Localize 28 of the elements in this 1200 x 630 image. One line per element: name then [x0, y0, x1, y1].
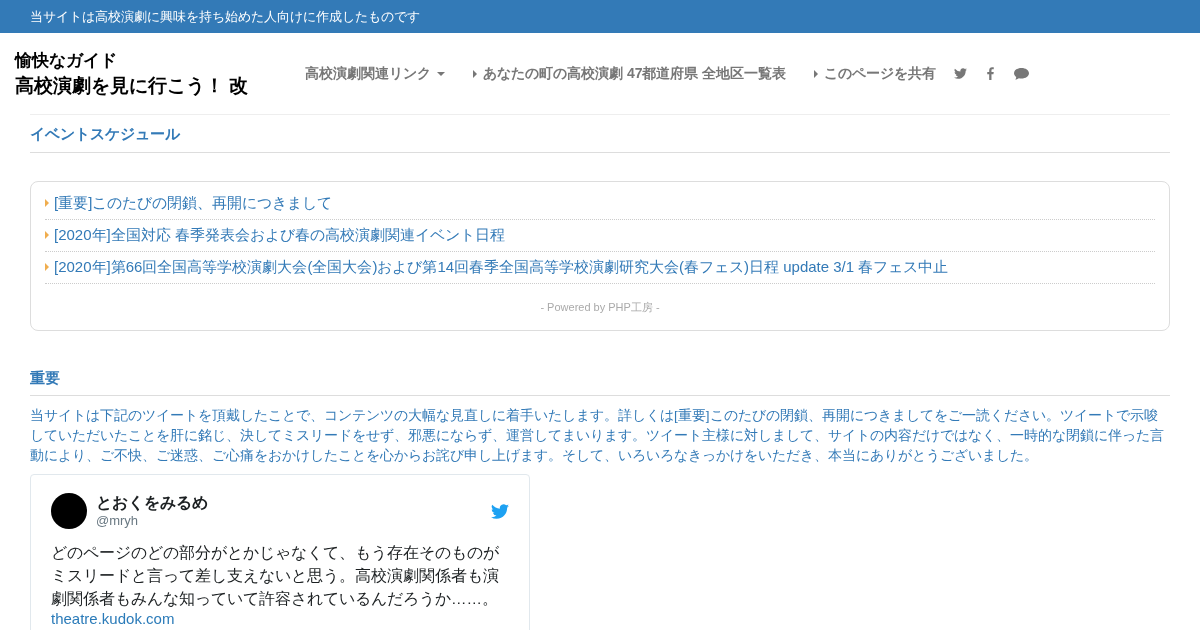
caret-icon: [45, 199, 49, 207]
notice-paragraph: 当サイトは下記のツイートを頂戴したことで、コンテンツの大幅な見直しに着手いたします。詳しくは[重要]このたびの閉鎖、再開につきましてをご一読ください。ツイートで示唆していただいたことを肝に銘じ、決してミスリードをせず、邪悪にならず、運営してまいります。ツイート主様に対しまして、サイトの内容だけではなく、一時的な閉鎖に伴った言動により、ご不快、ご迷惑、ご心痛をおかけしたことを心からお詫び申し上げます。そして、いろいろなきっかけをいただき、本当にありがとうございました。: [30, 407, 1165, 465]
tweet-link[interactable]: theatre.kudok.com: [51, 610, 509, 627]
tweet-text: どのページのどの部分がとかじゃなくて、もう存在そのものがミスリードと言って差し支えないと思う。高校演劇関係者も演劇関係者もみんな知っていて許容されているんだろうか……。: [51, 543, 500, 609]
banner-text: 当サイトは高校演劇に興味を持ち始めた人向けに作成したものです: [30, 7, 420, 26]
schedule-link[interactable]: [2020年]全国対応 春季発表会および春の高校演劇関連イベント日程: [54, 223, 505, 247]
caret-icon: [473, 69, 477, 78]
nav-link[interactable]: あなたの町の高校演劇 47都道府県 全地区一覧表: [473, 63, 787, 84]
caret-icon: [45, 263, 49, 271]
bird-icon: [491, 503, 509, 519]
speech-bubble-icon[interactable]: [1014, 67, 1030, 80]
schedule-link[interactable]: [2020年]第66回全国高等学校演劇大会(全国大会)および第14回春季全国高等学校演劇研究大会(春フェス)日程 update 3/1 春フェス中止: [54, 255, 949, 279]
twitter-icon[interactable]: [954, 68, 968, 79]
site-subtitle: 愉快なガイド: [15, 49, 118, 72]
tweet-handle: @mryh: [96, 513, 140, 529]
nav-dropdown[interactable]: 高校演劇関連リンク: [305, 63, 445, 84]
caret-icon: [814, 69, 819, 78]
powered-by-text: - Powered by PHP工房 -: [540, 300, 660, 313]
schedule-link[interactable]: [重要]このたびの閉鎖、再開につきまして: [54, 191, 333, 215]
facebook-icon[interactable]: [987, 67, 995, 80]
caret-icon: [45, 231, 49, 239]
site-title[interactable]: 高校演劇を見に行こう！ 改: [15, 72, 305, 99]
section-heading: 重要: [30, 367, 61, 388]
nav-link[interactable]: このページを共有: [814, 63, 937, 84]
section-heading: イベントスケジュール: [30, 124, 181, 144]
avatar: [51, 493, 87, 529]
tweet-author: とおくをみるめ: [96, 493, 209, 513]
caret-down-icon: [437, 71, 445, 76]
